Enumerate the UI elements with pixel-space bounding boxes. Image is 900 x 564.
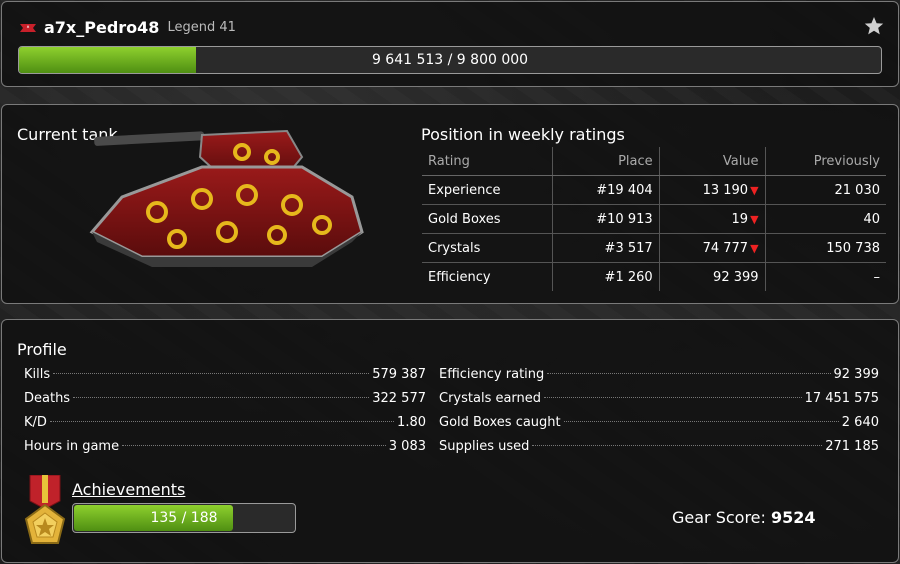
table-row: Crystals #3 517 74 777 ▼ 150 738 [422,233,886,263]
gear-score: Gear Score: 9524 [672,508,816,527]
stat-label: Efficiency rating [439,367,545,382]
leader-dots [547,373,831,374]
achievements-link[interactable]: Achievements [72,480,185,499]
stat-label: Gold Boxes caught [439,415,561,430]
rank-insignia-icon [20,23,36,32]
stat-value: 322 577 [372,391,426,406]
leader-dots [53,373,370,374]
stat-row-kills: Kills 579 387 [24,367,426,387]
rating-name: Crystals [422,233,553,263]
stat-label: Deaths [24,391,71,406]
rating-value-cell: 19 ▼ [658,204,766,234]
profile-panel: Profile Kills 579 387 Deaths 322 577 K/D 1.… [1,319,899,563]
rating-name: Efficiency [428,269,491,285]
rating-place: #1 260 [552,262,660,291]
rating-value: 92 399 [713,269,759,285]
player-name-row: a7x_Pedro48 Legend 41 [20,18,236,37]
table-row: Efficiency #1 260 92 399 – [422,262,886,291]
rating-previously: 21 030 [764,175,886,205]
stat-value: 579 387 [372,367,426,382]
rating-place: #19 404 [552,175,660,205]
stat-value: 1.80 [397,415,426,430]
rating-previously: – [764,262,886,291]
arrow-down-icon: ▼ [750,212,759,226]
stat-row-kd: K/D 1.80 [24,415,426,435]
leader-dots [532,445,823,446]
table-row: Gold Boxes #10 913 19 ▼ 40 [422,204,886,234]
leader-dots [73,397,370,398]
rating-value-cell: 92 399 [658,262,766,291]
stat-label: K/D [24,415,47,430]
stat-label: Supplies used [439,439,530,454]
rating-previously: 40 [764,204,886,234]
stat-row-gold-boxes: Gold Boxes caught 2 640 [439,415,879,435]
stat-row-efficiency-rating: Efficiency rating 92 399 [439,367,879,387]
leader-dots [544,397,802,398]
experience-progress-bar: 9 641 513 / 9 800 000 [18,46,882,74]
weekly-ratings-table: Rating Place Value Previously Experience… [422,147,886,291]
stat-label: Hours in game [24,439,120,454]
stat-row-hours: Hours in game 3 083 [24,439,426,459]
column-header-previously: Previously [764,147,886,176]
stat-value: 2 640 [841,415,879,430]
stat-value: 3 083 [388,439,426,454]
player-name[interactable]: a7x_Pedro48 [44,18,159,37]
experience-progress-text: 9 641 513 / 9 800 000 [371,52,529,68]
arrow-down-icon: ▼ [750,241,759,255]
leader-dots [122,445,386,446]
stat-value: 271 185 [825,439,879,454]
column-header-place: Place [552,147,660,176]
rating-place: #10 913 [552,204,660,234]
column-header-rating: Rating [422,147,553,176]
profile-title: Profile [17,340,67,359]
achievements-progress-text: 135 / 188 [150,510,218,526]
medal-icon [24,475,66,544]
rating-value-cell: 74 777 ▼ [658,233,766,263]
stat-row-crystals-earned: Crystals earned 17 451 575 [439,391,879,411]
gear-score-label: Gear Score: [672,508,766,527]
table-row: Experience #19 404 13 190 ▼ 21 030 [422,175,886,205]
rating-previously: 150 738 [764,233,886,263]
table-header-row: Rating Place Value Previously [422,147,886,176]
star-icon[interactable] [864,16,884,36]
stat-label: Crystals earned [439,391,542,406]
tank-ratings-panel: Current tank Position in weekly ratings … [1,104,899,304]
stat-row-supplies-used: Supplies used 271 185 [439,439,879,459]
stat-value: 17 451 575 [804,391,879,406]
column-header-value: Value [658,147,766,176]
achievements-progress-bar: 135 / 188 [72,503,296,533]
leader-dots [563,421,839,422]
stat-value: 92 399 [833,367,880,382]
player-rank: Legend 41 [167,20,236,35]
rating-name: Experience [422,175,553,205]
player-header-panel: a7x_Pedro48 Legend 41 9 641 513 / 9 800 … [1,1,899,87]
leader-dots [49,421,395,422]
rating-value-cell: 13 190 ▼ [658,175,766,205]
rating-value: 74 777 [702,240,749,256]
rating-value: 19 [731,211,749,227]
stat-label: Kills [24,367,51,382]
rating-place: #3 517 [552,233,660,263]
arrow-down-icon: ▼ [750,183,759,197]
stat-row-deaths: Deaths 322 577 [24,391,426,411]
rating-value: 13 190 [702,182,749,198]
tank-image [89,129,364,267]
rating-name: Gold Boxes [422,204,553,234]
weekly-ratings-title: Position in weekly ratings [421,125,625,144]
gear-score-value: 9524 [771,508,816,527]
